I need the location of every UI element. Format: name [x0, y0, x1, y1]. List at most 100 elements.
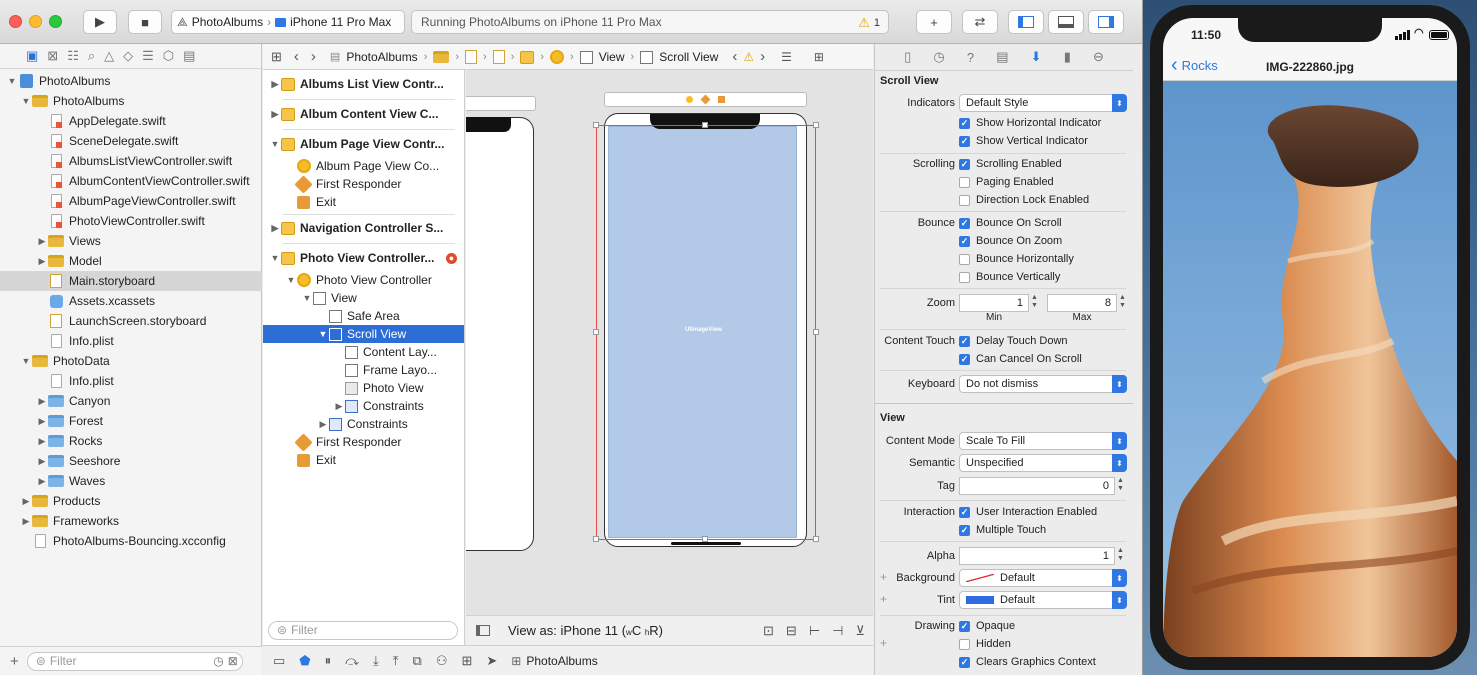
tree-item[interactable]: AlbumContentViewController.swift	[0, 171, 262, 191]
outline-item[interactable]: Album Page View Co...	[263, 157, 464, 175]
outline-filter-input[interactable]: ⊜ Filter	[268, 620, 458, 640]
add-variation-icon[interactable]: +	[880, 636, 887, 650]
outline-item[interactable]: Photo View	[263, 379, 464, 397]
outline-item-selected[interactable]: ▼ Scroll View	[263, 325, 464, 343]
zoom-min-stepper[interactable]: ▲ ▼	[1030, 294, 1039, 312]
device-configuration[interactable]: View as: iPhone 11 (wC hR)	[508, 623, 663, 638]
paging-enabled-checkbox[interactable]: Paging Enabled	[959, 176, 1054, 188]
resize-handle[interactable]	[813, 536, 819, 542]
issue-tab-icon[interactable]: △	[104, 48, 114, 64]
memory-graph-icon[interactable]: ⚇	[436, 653, 448, 669]
recent-files-icon[interactable]: ◷	[213, 654, 223, 668]
tree-item[interactable]: PhotoAlbums-Bouncing.xcconfig	[0, 531, 262, 551]
bounce-on-scroll-checkbox[interactable]: ✓ Bounce On Scroll	[959, 217, 1062, 229]
next-issue-icon[interactable]: ›	[760, 48, 765, 65]
content-mode-popup[interactable]: Scale To Fill ⬍	[959, 432, 1127, 450]
test-tab-icon[interactable]: ◇	[123, 48, 133, 64]
disclosure-open-icon[interactable]: ▼	[20, 96, 32, 106]
toggle-debug-area-button[interactable]	[1048, 10, 1084, 34]
report-tab-icon[interactable]: ▤	[183, 48, 195, 64]
close-window-button[interactable]	[9, 15, 22, 28]
crumb-view[interactable]: View	[599, 50, 625, 64]
storyboard-icon[interactable]	[492, 49, 505, 64]
scrolling-enabled-checkbox[interactable]: ✓ Scrolling Enabled	[959, 158, 1062, 170]
view-controller-icon[interactable]	[686, 96, 693, 103]
outline-item[interactable]: Exit	[263, 193, 464, 211]
help-inspector-icon[interactable]: ?	[967, 50, 974, 65]
add-file-icon[interactable]: +	[10, 653, 19, 670]
tree-item[interactable]: Assets.xcassets	[0, 291, 262, 311]
tree-item[interactable]: ▶ Seeshore	[0, 451, 262, 471]
tree-item[interactable]: ▶ Waves	[0, 471, 262, 491]
disclosure-closed-icon[interactable]: ▶	[20, 496, 32, 507]
resize-handle[interactable]	[813, 122, 819, 128]
bounce-vertically-checkbox[interactable]: Bounce Vertically	[959, 271, 1060, 283]
disclosure-closed-icon[interactable]: ▶	[36, 416, 48, 427]
editor-options-icon[interactable]: ☰	[781, 50, 792, 64]
disclosure-closed-icon[interactable]: ▶	[36, 476, 48, 487]
photo-image[interactable]	[1163, 81, 1457, 657]
breakpoints-toggle-icon[interactable]: ⬟	[299, 653, 310, 669]
alpha-field[interactable]: 1	[959, 547, 1115, 565]
disclosure-closed-icon[interactable]: ▶	[36, 456, 48, 467]
debug-tab-icon[interactable]: ☰	[142, 48, 154, 64]
outline-item[interactable]: Content Lay...	[263, 343, 464, 361]
tree-item[interactable]: AlbumPageViewController.swift	[0, 191, 262, 211]
tree-item[interactable]: PhotoViewController.swift	[0, 211, 262, 231]
tree-item-selected[interactable]: Main.storyboard	[0, 271, 262, 291]
outline-item[interactable]: Frame Layo...	[263, 361, 464, 379]
user-interaction-checkbox[interactable]: ✓ User Interaction Enabled	[959, 506, 1097, 518]
outline-item[interactable]: First Responder	[263, 433, 464, 451]
align-icon[interactable]: ⊢	[809, 623, 820, 639]
add-constraints-icon[interactable]: ⊣	[832, 623, 843, 639]
tag-field[interactable]: 0	[959, 477, 1115, 495]
zoom-max-stepper[interactable]: ▲ ▼	[1118, 294, 1127, 312]
update-frames-icon[interactable]: ⊡	[763, 623, 774, 639]
folder-tab-icon[interactable]: ▣	[26, 48, 38, 64]
embed-in-icon[interactable]: ⊟	[786, 623, 797, 639]
disclosure-closed-icon[interactable]: ▶	[36, 256, 48, 267]
scene-icon[interactable]	[520, 49, 535, 64]
show-horizontal-indicator-checkbox[interactable]: ✓ Show Horizontal Indicator	[959, 117, 1101, 129]
breakpoint-tab-icon[interactable]: ⬡	[163, 48, 174, 64]
delay-touch-down-checkbox[interactable]: ✓ Delay Touch Down	[959, 335, 1068, 347]
library-button[interactable]: +	[916, 10, 952, 34]
tree-item[interactable]: ▼ PhotoAlbums	[0, 71, 262, 91]
disclosure-open-icon[interactable]: ▼	[285, 275, 297, 285]
tree-item[interactable]: AlbumsListViewController.swift	[0, 151, 262, 171]
forward-arrow-icon[interactable]: ›	[311, 48, 316, 65]
outline-scene[interactable]: ▼ Album Page View Contr...	[263, 135, 464, 153]
resolve-issues-icon[interactable]: ⊻	[855, 623, 865, 639]
find-tab-icon[interactable]: ⌕	[88, 48, 95, 64]
environment-overrides-icon[interactable]: ⊞	[461, 653, 472, 669]
tree-item[interactable]: ▼ PhotoAlbums	[0, 91, 262, 111]
resize-handle[interactable]	[593, 122, 599, 128]
simulator-screen[interactable]: 11:50 ◠ ‹ Rocks IMG-222860.jpg	[1163, 18, 1457, 657]
disclosure-closed-icon[interactable]: ▶	[269, 79, 281, 90]
back-arrow-icon[interactable]: ‹	[294, 48, 299, 65]
disclosure-open-icon[interactable]: ▼	[6, 76, 18, 86]
disclosure-closed-icon[interactable]: ▶	[317, 419, 329, 430]
toggle-navigator-button[interactable]	[1008, 10, 1044, 34]
bounce-horizontally-checkbox[interactable]: Bounce Horizontally	[959, 253, 1074, 265]
alpha-stepper[interactable]: ▲ ▼	[1116, 547, 1125, 565]
warning-indicator[interactable]: ⚠ 1	[858, 15, 880, 31]
outline-scene[interactable]: ▶ Album Content View C...	[263, 105, 464, 123]
step-over-icon[interactable]: ⤼	[345, 653, 359, 669]
disclosure-open-icon[interactable]: ▼	[20, 356, 32, 366]
tree-item[interactable]: Info.plist	[0, 331, 262, 351]
warning-icon[interactable]: ⚠	[743, 50, 754, 64]
can-cancel-on-scroll-checkbox[interactable]: ✓ Can Cancel On Scroll	[959, 353, 1082, 365]
identity-inspector-icon[interactable]: ▤	[996, 49, 1008, 65]
step-into-icon[interactable]: ⤓	[373, 653, 379, 669]
resize-handle[interactable]	[593, 329, 599, 335]
zoom-min-field[interactable]: 1	[959, 294, 1029, 312]
keyboard-popup[interactable]: Do not dismiss ⬍	[959, 375, 1127, 393]
history-inspector-icon[interactable]: ◷	[933, 49, 944, 65]
hidden-checkbox[interactable]: Hidden	[959, 638, 1011, 650]
view-controller-icon[interactable]	[550, 49, 565, 64]
file-inspector-icon[interactable]: ▯	[904, 49, 911, 65]
view-debugger-icon[interactable]: ⧉	[413, 653, 422, 669]
folder-icon[interactable]	[433, 50, 450, 64]
zoom-window-button[interactable]	[49, 15, 62, 28]
